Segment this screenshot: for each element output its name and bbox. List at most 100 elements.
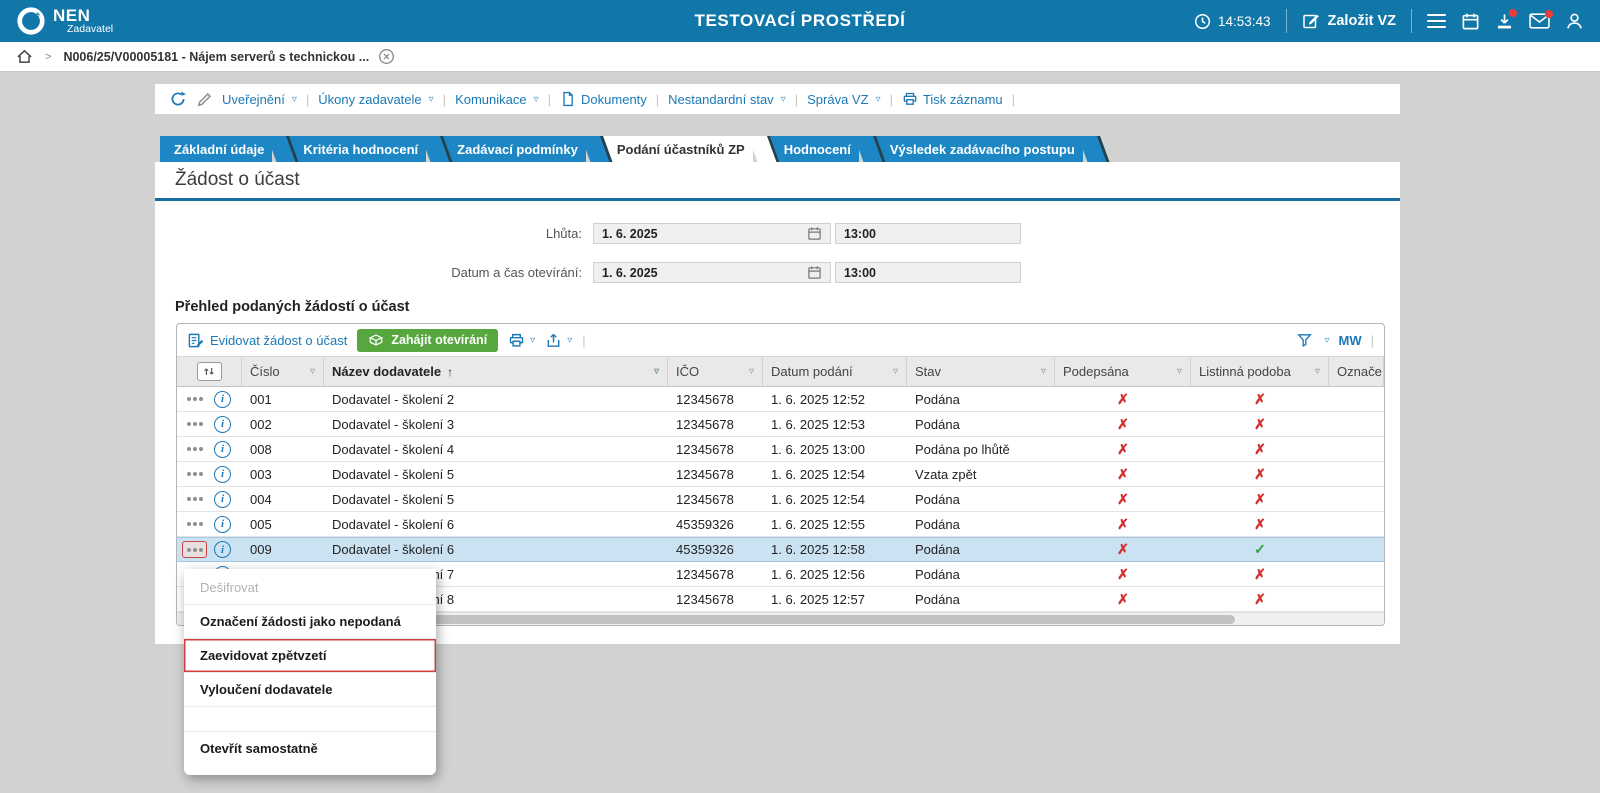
calendar-icon[interactable] — [1461, 12, 1480, 31]
section-header: Žádost o účast — [155, 162, 1400, 198]
opening-date-value: 1. 6. 2025 — [602, 265, 658, 280]
edit-square-icon — [1302, 14, 1319, 29]
row-more-button[interactable] — [182, 516, 207, 533]
toolbar-link-label: Uveřejnění — [222, 91, 285, 107]
cross-icon: ✗ — [1117, 440, 1129, 457]
row-cell-listinna: ✗ — [1191, 491, 1329, 508]
breadcrumb-item[interactable]: N006/25/V00005181 - Nájem serverů s tech… — [63, 48, 395, 65]
column-header-label: Podepsána — [1063, 364, 1129, 379]
column-header-label: Listinná podoba — [1199, 364, 1291, 379]
row-cell-cislo: 002 — [250, 416, 272, 432]
toolbar-link[interactable]: Dokumenty — [560, 91, 647, 107]
toolbar-separator: | — [305, 91, 310, 107]
toolbar-link[interactable]: Komunikace ▿ — [455, 92, 539, 107]
nen-logo[interactable]: NEN Zadavatel — [16, 6, 113, 36]
row-cell-datum: 1. 6. 2025 12:53 — [771, 416, 865, 432]
column-header-6[interactable]: Podepsána ▿ — [1055, 357, 1191, 386]
user-icon[interactable] — [1565, 12, 1584, 31]
column-header-label: Název dodavatele — [332, 364, 442, 379]
row-more-button[interactable] — [182, 466, 207, 483]
export-grid-button[interactable]: ▿ — [545, 332, 572, 349]
cross-icon: ✗ — [1117, 390, 1129, 407]
register-request-button[interactable]: Evidovat žádost o účast — [187, 332, 347, 349]
row-more-button[interactable] — [182, 416, 207, 433]
column-header-4[interactable]: Datum podání ▿ — [763, 357, 907, 386]
mail-icon[interactable] — [1529, 10, 1553, 29]
tab-pod-n-astn-k-zp[interactable]: Podání účastníků ZP — [602, 136, 753, 162]
row-more-button[interactable] — [182, 541, 207, 558]
deadline-date-value: 1. 6. 2025 — [602, 226, 658, 241]
column-filter-caret-icon[interactable]: ▿ — [749, 366, 754, 377]
table-row[interactable]: i 009 Dodavatel - školení 6 45359326 1. 6. 2… — [177, 537, 1384, 562]
row-info-icon[interactable]: i — [214, 440, 231, 458]
view-selector-mw[interactable]: MW — [1339, 333, 1362, 348]
row-info-icon[interactable]: i — [214, 465, 231, 483]
column-header-2[interactable]: Název dodavatele ↑ ▿ — [324, 357, 668, 386]
row-more-button[interactable] — [182, 391, 207, 408]
table-row[interactable]: i 001 Dodavatel - školení 2 12345678 1. 6. 2… — [177, 387, 1384, 412]
column-filter-caret-icon[interactable]: ▿ — [1315, 366, 1320, 377]
column-filter-caret-icon[interactable]: ▿ — [1041, 366, 1046, 377]
row-info-icon[interactable]: i — [214, 390, 231, 408]
row-cell-stav: Podána — [915, 542, 960, 557]
tab-hodnocen-[interactable]: Hodnocení — [769, 136, 859, 162]
row-more-button[interactable] — [182, 441, 207, 458]
tab-zad-vac-podm-nky[interactable]: Zadávací podmínky — [443, 136, 586, 162]
column-header-3[interactable]: IČO ▿ — [668, 357, 763, 386]
column-chooser-icon[interactable] — [196, 362, 222, 381]
deadline-date-field[interactable]: 1. 6. 2025 — [593, 223, 831, 244]
row-more-button[interactable] — [182, 491, 207, 508]
menu-item-otev-t-samostatn-[interactable]: Otevřít samostatně — [184, 731, 436, 765]
logo-subtitle: Zadavatel — [67, 22, 114, 35]
topbar-actions: 14:53:43 Založit VZ — [1194, 8, 1584, 33]
table-row[interactable]: i 002 Dodavatel - školení 3 12345678 1. 6. 2… — [177, 412, 1384, 437]
table-row[interactable]: i 004 Dodavatel - školení 5 12345678 1. 6. 2… — [177, 487, 1384, 512]
column-header-7[interactable]: Listinná podoba ▿ — [1191, 357, 1329, 386]
cross-icon: ✗ — [1117, 515, 1129, 532]
filter-icon[interactable] — [1296, 332, 1313, 349]
column-filter-caret-icon[interactable]: ▿ — [654, 366, 659, 377]
close-circle-icon[interactable] — [378, 48, 395, 65]
table-row[interactable]: i 005 Dodavatel - školení 6 45359326 1. 6. 2… — [177, 512, 1384, 537]
table-row[interactable]: i 003 Dodavatel - školení 5 12345678 1. 6. 2… — [177, 462, 1384, 487]
column-header-8[interactable]: Označe — [1329, 357, 1384, 386]
row-info-icon[interactable]: i — [214, 490, 231, 508]
toolbar-link[interactable]: Nestandardní stav ▿ — [668, 92, 786, 107]
home-icon[interactable] — [16, 48, 33, 65]
tab-z-kladn-daje[interactable]: Základní údaje — [160, 136, 273, 162]
history-undo-icon[interactable] — [169, 90, 187, 108]
column-header-1[interactable]: Číslo ▿ — [242, 357, 324, 386]
toolbar-link[interactable]: Správa VZ ▿ — [807, 92, 880, 107]
start-opening-button[interactable]: Zahájit otevírání — [357, 328, 499, 352]
column-filter-caret-icon[interactable]: ▿ — [310, 366, 315, 377]
row-info-icon[interactable]: i — [214, 541, 231, 558]
row-info-icon[interactable]: i — [214, 415, 231, 433]
tab-bar: Základní údaje Kritéria hodnocení Zadávací… — [155, 136, 1400, 162]
toolbar-link[interactable]: Tisk záznamu — [902, 91, 1003, 107]
column-header-5[interactable]: Stav ▿ — [907, 357, 1055, 386]
row-cell-podepsana: ✗ — [1055, 441, 1191, 458]
print-grid-button[interactable]: ▿ — [508, 332, 535, 349]
column-filter-caret-icon[interactable]: ▿ — [893, 366, 898, 377]
toolbar-link[interactable]: Úkony zadavatele ▿ — [318, 92, 433, 107]
tab-krit-ria-hodnocen-[interactable]: Kritéria hodnocení — [289, 136, 427, 162]
deadline-time-field[interactable]: 13:00 — [835, 223, 1021, 244]
calendar-icon[interactable] — [807, 226, 822, 241]
create-vz-button[interactable]: Založit VZ — [1302, 12, 1396, 30]
download-icon[interactable] — [1495, 8, 1517, 31]
opening-date-field[interactable]: 1. 6. 2025 — [593, 262, 831, 283]
column-filter-caret-icon[interactable]: ▿ — [1177, 366, 1182, 377]
row-info-icon[interactable]: i — [214, 515, 231, 533]
menu-item-zaevidovat-zp-tvzet-[interactable]: Zaevidovat zpětvzetí — [184, 639, 436, 673]
menu-icon[interactable] — [1427, 13, 1446, 29]
tab-v-sledek-zad-vac-ho-postupu[interactable]: Výsledek zadávacího postupu — [875, 136, 1083, 162]
menu-item-vylou-en-dodavatele[interactable]: Vyloučení dodavatele — [184, 673, 436, 707]
toolbar-link[interactable]: Uveřejnění ▿ — [222, 92, 297, 107]
cross-icon: ✗ — [1117, 590, 1129, 607]
pencil-icon[interactable] — [196, 91, 213, 108]
opening-time-field[interactable]: 13:00 — [835, 262, 1021, 283]
calendar-icon[interactable] — [807, 265, 822, 280]
row-cell-ico: 12345678 — [676, 391, 734, 407]
table-row[interactable]: i 008 Dodavatel - školení 4 12345678 1. 6. 2… — [177, 437, 1384, 462]
menu-item-ozna-en-dosti-jako-nepodan-[interactable]: Označení žádosti jako nepodaná — [184, 605, 436, 639]
